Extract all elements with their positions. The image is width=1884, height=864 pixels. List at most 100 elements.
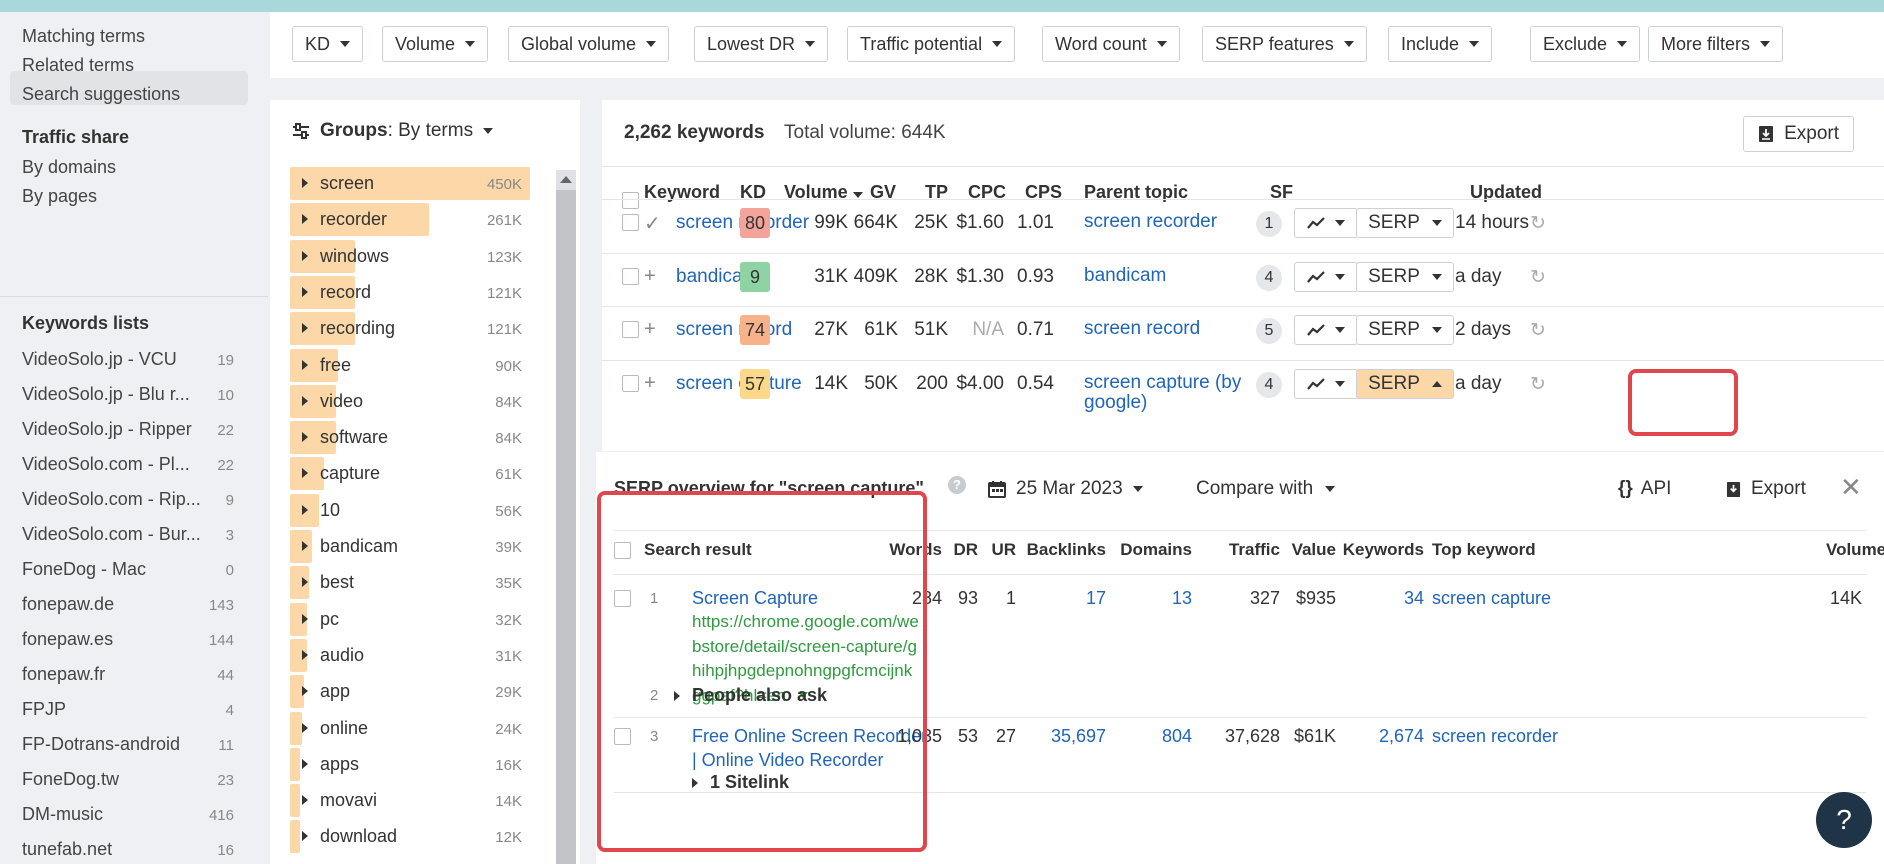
- sidebar-item-search-suggestions[interactable]: Search suggestions: [22, 84, 180, 105]
- expand-triangle-icon[interactable]: [302, 286, 308, 297]
- group-row-free[interactable]: free 90K: [290, 348, 530, 382]
- serp-domains-value[interactable]: 804: [1108, 726, 1192, 747]
- col-header-parent-topic[interactable]: Parent topic: [1084, 182, 1188, 210]
- expand-triangle-icon[interactable]: [302, 795, 308, 806]
- keyword-list-name[interactable]: VideoSolo.com - Pl...: [22, 454, 212, 475]
- group-row-app[interactable]: app 29K: [290, 675, 530, 709]
- api-button[interactable]: {} API: [1618, 478, 1671, 500]
- filter-exclude-button[interactable]: Exclude: [1530, 26, 1641, 62]
- expand-triangle-icon[interactable]: [302, 831, 308, 842]
- filter-global-volume-button[interactable]: Global volume: [508, 26, 670, 62]
- serp-dropdown-button[interactable]: SERP: [1356, 315, 1454, 345]
- row-checkbox[interactable]: [622, 268, 639, 285]
- serp-col-header-top-keyword[interactable]: Top keyword: [1432, 540, 1536, 560]
- add-icon[interactable]: +: [644, 372, 656, 395]
- trend-button[interactable]: [1294, 369, 1358, 399]
- trend-button[interactable]: [1294, 315, 1358, 345]
- group-row-recorder[interactable]: recorder 261K: [290, 203, 530, 237]
- refresh-icon[interactable]: ↻: [1530, 212, 1546, 235]
- expand-triangle-icon[interactable]: [302, 758, 308, 769]
- group-row-recording[interactable]: recording 121K: [290, 312, 530, 346]
- expand-triangle-icon[interactable]: [302, 722, 308, 733]
- trend-button[interactable]: [1294, 262, 1358, 292]
- expand-triangle-icon[interactable]: [302, 649, 308, 660]
- filter-serp-features-button[interactable]: SERP features: [1202, 26, 1367, 62]
- keyword-list-name[interactable]: VideoSolo.jp - Blu r...: [22, 384, 212, 405]
- keyword-list-name[interactable]: fonepaw.fr: [22, 664, 212, 685]
- help-icon[interactable]: ?: [948, 476, 966, 494]
- group-row-best[interactable]: best 35K: [290, 566, 530, 600]
- groups-header[interactable]: Groups: By terms: [292, 120, 494, 142]
- col-header-updated[interactable]: Updated: [1470, 182, 1542, 210]
- serp-domains-value[interactable]: 13: [1108, 588, 1192, 609]
- expand-triangle-icon[interactable]: [302, 613, 308, 624]
- group-row-screen[interactable]: screen 450K: [290, 167, 530, 200]
- serp-col-header-volume[interactable]: Volume: [1826, 540, 1884, 560]
- keyword-list-name[interactable]: FoneDog.tw: [22, 769, 212, 790]
- expand-triangle-icon[interactable]: [302, 504, 308, 515]
- select-all-checkbox[interactable]: [622, 192, 639, 209]
- expand-triangle-icon[interactable]: [302, 323, 308, 334]
- add-icon[interactable]: +: [644, 265, 656, 288]
- expand-triangle-icon[interactable]: [302, 395, 308, 406]
- add-icon[interactable]: +: [644, 318, 656, 341]
- group-row-bandicam[interactable]: bandicam 39K: [290, 530, 530, 563]
- expand-triangle-icon[interactable]: [302, 250, 308, 261]
- keyword-link[interactable]: screen record: [676, 319, 792, 341]
- groups-scrollbar-thumb[interactable]: [556, 190, 576, 864]
- keyword-list-name[interactable]: VideoSolo.com - Bur...: [22, 524, 212, 545]
- serp-date-picker[interactable]: 25 Mar 2023: [988, 478, 1143, 500]
- sidebar-item-matching-terms[interactable]: Matching terms: [22, 26, 145, 47]
- expand-triangle-icon[interactable]: [302, 468, 308, 479]
- serp-col-header-ur[interactable]: UR: [980, 540, 1016, 560]
- keyword-list-name[interactable]: FoneDog - Mac: [22, 559, 212, 580]
- group-row-movavi[interactable]: movavi 14K: [290, 784, 530, 818]
- filter-volume-button[interactable]: Volume: [382, 26, 489, 62]
- keyword-list-name[interactable]: FPJP: [22, 699, 212, 720]
- keyword-list-name[interactable]: VideoSolo.jp - VCU: [22, 349, 212, 370]
- sidebar-item-by-domains[interactable]: By domains: [22, 157, 116, 178]
- serp-col-header-domains[interactable]: Domains: [1108, 540, 1192, 560]
- sidebar-item-by-pages[interactable]: By pages: [22, 186, 97, 207]
- filter-lowest-dr-button[interactable]: Lowest DR: [694, 26, 829, 62]
- serp-dropdown-button[interactable]: SERP: [1356, 369, 1454, 399]
- col-header-cps[interactable]: CPS: [1025, 182, 1062, 210]
- filter-include-button[interactable]: Include: [1388, 26, 1493, 62]
- row-checkbox[interactable]: [622, 214, 639, 231]
- filter-more-filters-button[interactable]: More filters: [1648, 26, 1784, 62]
- keyword-list-name[interactable]: VideoSolo.jp - Ripper: [22, 419, 212, 440]
- expand-triangle-icon[interactable]: [302, 432, 308, 443]
- group-row-record[interactable]: record 121K: [290, 275, 530, 309]
- close-icon[interactable]: ✕: [1840, 472, 1862, 503]
- export-button[interactable]: Export: [1743, 116, 1854, 152]
- serp-dropdown-button[interactable]: SERP: [1356, 208, 1454, 238]
- col-header-keyword[interactable]: Keyword: [644, 182, 720, 210]
- keyword-list-name[interactable]: VideoSolo.com - Rip...: [22, 489, 212, 510]
- refresh-icon[interactable]: ↻: [1530, 373, 1546, 396]
- checkmark-icon[interactable]: ✓: [644, 211, 661, 236]
- keyword-list-name[interactable]: FP-Dotrans-android: [22, 734, 212, 755]
- refresh-icon[interactable]: ↻: [1530, 319, 1546, 342]
- serp-col-header-traffic[interactable]: Traffic: [1200, 540, 1280, 560]
- row-checkbox[interactable]: [622, 375, 639, 392]
- group-row-capture[interactable]: capture 61K: [290, 457, 530, 491]
- serp-dropdown-button[interactable]: SERP: [1356, 262, 1454, 292]
- filter-traffic-potential-button[interactable]: Traffic potential: [847, 26, 1016, 62]
- serp-top-keyword-link[interactable]: screen capture: [1432, 588, 1551, 609]
- group-row-10[interactable]: 10 56K: [290, 493, 530, 527]
- sf-count-badge[interactable]: 1: [1256, 211, 1282, 237]
- col-header-volume[interactable]: Volume: [784, 182, 863, 210]
- keyword-list-name[interactable]: fonepaw.es: [22, 629, 212, 650]
- group-row-windows[interactable]: windows 123K: [290, 239, 530, 273]
- filter-word-count-button[interactable]: Word count: [1042, 26, 1180, 62]
- expand-triangle-icon[interactable]: [302, 359, 308, 370]
- sf-count-badge[interactable]: 5: [1256, 318, 1282, 344]
- scroll-up-arrow-icon[interactable]: [560, 176, 572, 183]
- keyword-list-name[interactable]: DM-music: [22, 804, 212, 825]
- expand-triangle-icon[interactable]: [302, 541, 308, 551]
- col-header-tp[interactable]: TP: [925, 182, 948, 210]
- group-row-pc[interactable]: pc 32K: [290, 602, 530, 636]
- serp-keywords-value[interactable]: 34: [1338, 588, 1424, 609]
- help-chat-button[interactable]: ?: [1816, 792, 1872, 848]
- expand-triangle-icon[interactable]: [302, 686, 308, 697]
